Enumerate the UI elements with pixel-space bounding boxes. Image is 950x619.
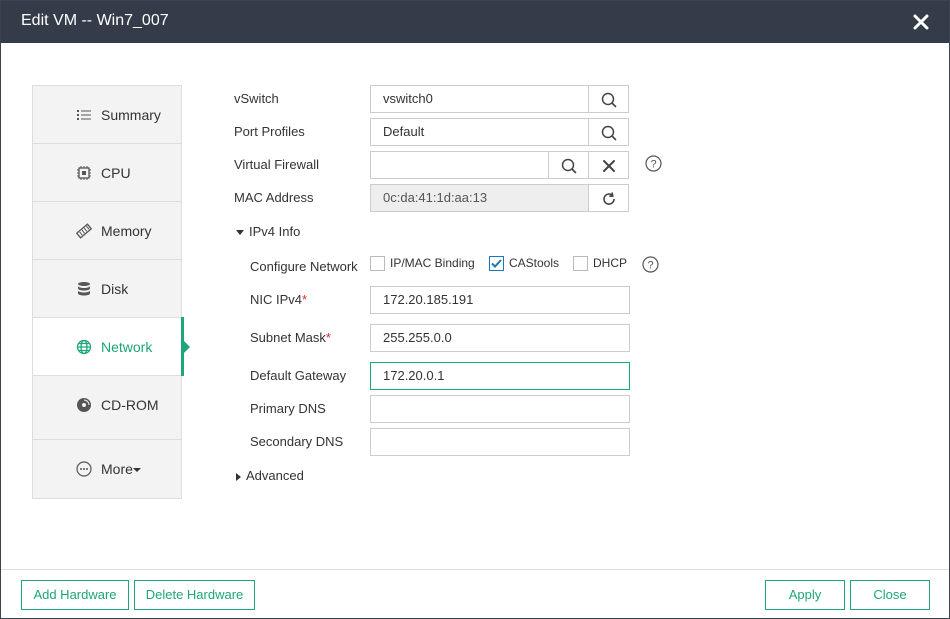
- sidebar-item-label: Summary: [101, 107, 161, 123]
- subnet-mask-label: Subnet Mask*: [250, 330, 331, 345]
- dialog-title: Edit VM -- Win7_007: [21, 12, 169, 29]
- primary-dns-input[interactable]: [370, 395, 630, 423]
- mac-address-label: MAC Address: [234, 190, 314, 205]
- subnet-mask-input[interactable]: 255.255.0.0: [370, 324, 630, 352]
- caret-down-icon: [236, 230, 244, 236]
- sidebar-item-memory[interactable]: Memory: [33, 202, 181, 260]
- edit-vm-dialog: Edit VM -- Win7_007 Summary CPU Memory D…: [0, 0, 950, 619]
- vswitch-input[interactable]: vswitch0: [370, 85, 590, 113]
- configure-network-label: Configure Network: [250, 259, 358, 274]
- memory-icon: [75, 223, 93, 239]
- mac-address-input: 0c:da:41:1d:aa:13: [370, 184, 590, 212]
- list-icon: [76, 107, 92, 123]
- virtual-firewall-search-button[interactable]: [548, 151, 589, 179]
- primary-dns-label: Primary DNS: [250, 401, 326, 416]
- default-gateway-label: Default Gateway: [250, 368, 347, 383]
- ip-mac-binding-checkbox[interactable]: [370, 256, 385, 271]
- sidebar-item-label: CD-ROM: [101, 397, 159, 413]
- ipv4-info-toggle[interactable]: IPv4 Info: [236, 224, 300, 239]
- search-icon: [601, 125, 617, 141]
- mac-refresh-button[interactable]: [588, 184, 629, 212]
- default-gateway-input[interactable]: 172.20.0.1: [370, 362, 630, 390]
- disc-icon: [76, 397, 92, 413]
- delete-hardware-button[interactable]: Delete Hardware: [134, 580, 255, 610]
- ipv4-info-label: IPv4 Info: [249, 224, 301, 239]
- castools-label: CAStools: [509, 256, 560, 270]
- sidebar-item-label: More: [101, 461, 133, 477]
- sidebar-item-cd-rom[interactable]: CD-ROM: [33, 376, 181, 440]
- vswitch-label: vSwitch: [234, 91, 279, 106]
- sidebar-item-more[interactable]: More: [33, 440, 181, 498]
- svg-text:?: ?: [647, 260, 653, 272]
- active-indicator-arrow: [184, 341, 190, 353]
- advanced-toggle[interactable]: Advanced: [236, 468, 304, 483]
- hardware-sidebar: Summary CPU Memory Disk Network CD-ROM M…: [32, 85, 182, 499]
- sidebar-item-label: Network: [101, 339, 153, 355]
- more-icon: [76, 461, 92, 477]
- close-button[interactable]: Close: [850, 580, 930, 610]
- required-marker: *: [302, 292, 308, 307]
- footer-divider: [1, 569, 949, 570]
- virtual-firewall-clear-button[interactable]: [588, 151, 629, 179]
- chip-icon: [76, 165, 92, 181]
- add-hardware-button[interactable]: Add Hardware: [21, 580, 129, 610]
- help-icon[interactable]: ?: [645, 155, 662, 172]
- apply-button[interactable]: Apply: [765, 580, 845, 610]
- close-icon[interactable]: [911, 12, 931, 32]
- check-icon: [491, 259, 502, 268]
- title-bar: Edit VM -- Win7_007: [1, 1, 949, 43]
- sidebar-item-label: Disk: [101, 281, 129, 297]
- port-profiles-search-button[interactable]: [588, 118, 629, 146]
- secondary-dns-label: Secondary DNS: [250, 434, 344, 449]
- sidebar-item-summary[interactable]: Summary: [33, 86, 181, 144]
- virtual-firewall-label: Virtual Firewall: [234, 157, 320, 172]
- castools-checkbox[interactable]: [489, 256, 504, 271]
- sidebar-item-label: Memory: [101, 223, 152, 239]
- port-profiles-input[interactable]: Default: [370, 118, 590, 146]
- svg-text:?: ?: [650, 159, 656, 171]
- dhcp-checkbox[interactable]: [573, 256, 588, 271]
- advanced-label: Advanced: [246, 468, 304, 483]
- sidebar-item-disk[interactable]: Disk: [33, 260, 181, 318]
- dhcp-label: DHCP: [593, 256, 628, 270]
- nic-ipv4-input[interactable]: 172.20.185.191: [370, 286, 630, 314]
- nic-ipv4-label: NIC IPv4*: [250, 292, 308, 307]
- sidebar-item-label: CPU: [101, 165, 131, 181]
- refresh-icon: [603, 192, 615, 205]
- search-icon: [601, 92, 617, 108]
- virtual-firewall-input[interactable]: [370, 151, 550, 179]
- secondary-dns-input[interactable]: [370, 428, 630, 456]
- close-icon: [603, 160, 615, 172]
- port-profiles-label: Port Profiles: [234, 124, 305, 139]
- database-icon: [76, 281, 92, 297]
- sidebar-item-network[interactable]: Network: [33, 318, 181, 376]
- sidebar-item-cpu[interactable]: CPU: [33, 144, 181, 202]
- vswitch-search-button[interactable]: [588, 85, 629, 113]
- search-icon: [561, 158, 577, 174]
- ip-mac-binding-label: IP/MAC Binding: [390, 256, 475, 270]
- chevron-down-icon: [133, 468, 141, 472]
- globe-icon: [76, 339, 92, 355]
- help-icon[interactable]: ?: [642, 256, 659, 273]
- caret-right-icon: [236, 472, 241, 481]
- required-marker: *: [325, 330, 331, 345]
